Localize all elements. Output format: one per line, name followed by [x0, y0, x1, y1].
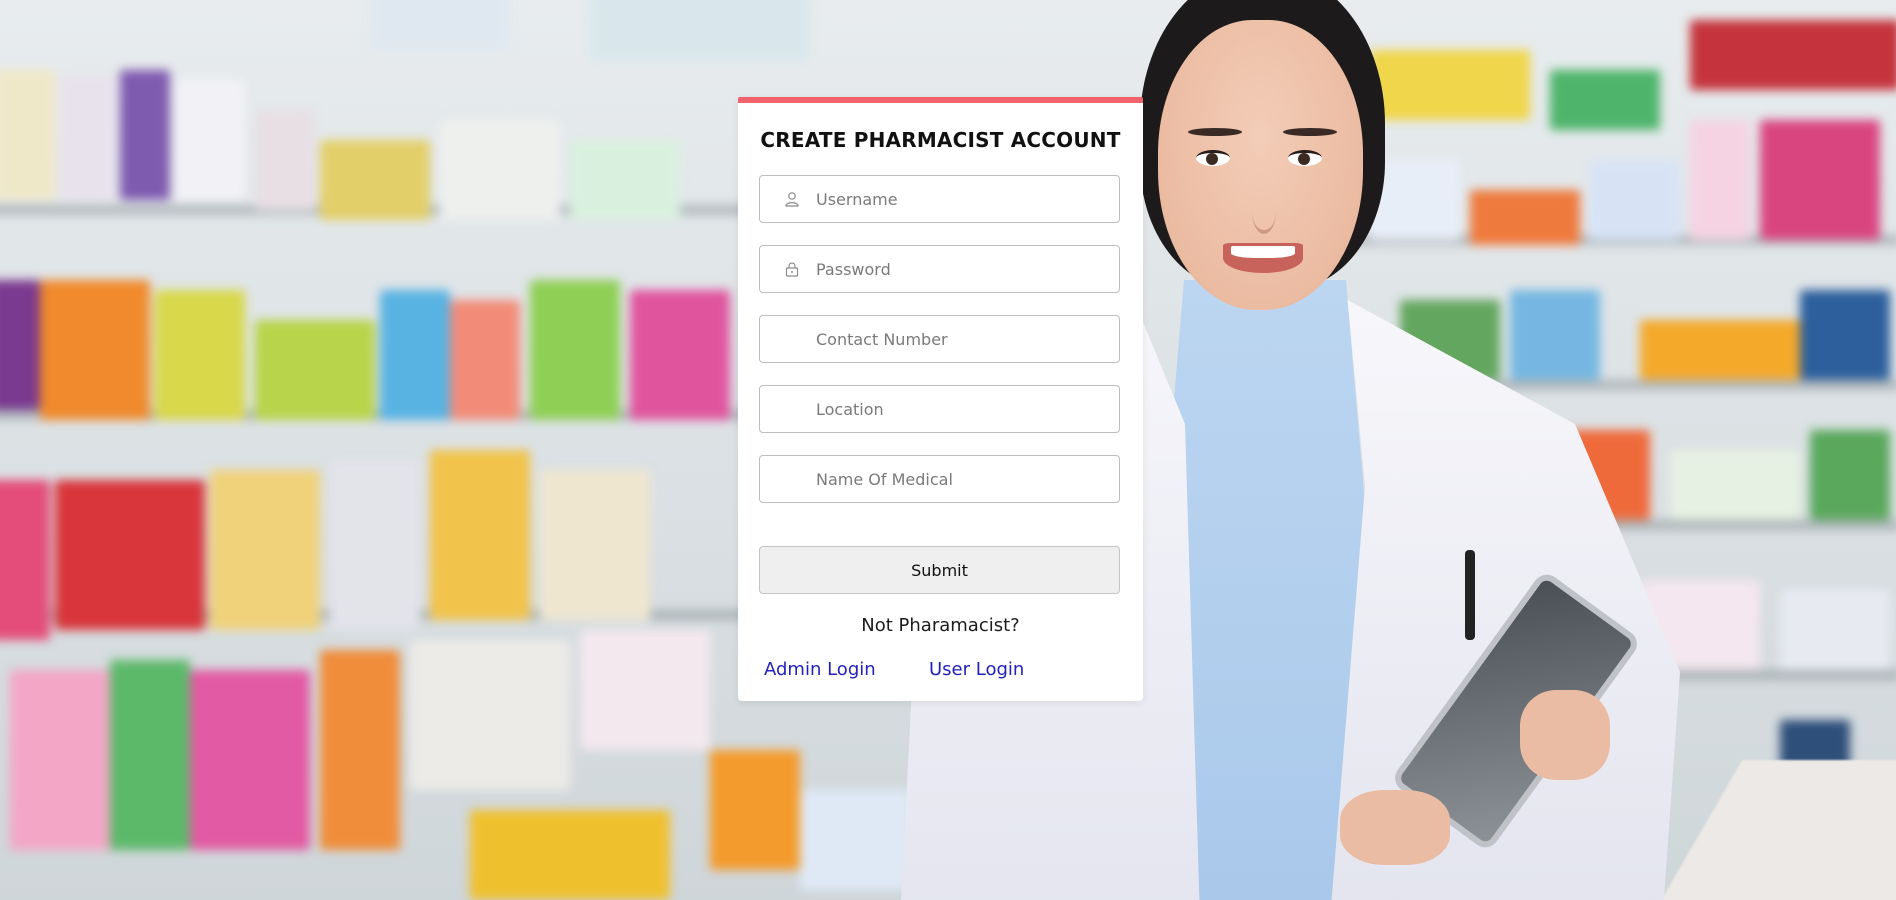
- admin-login-link[interactable]: Admin Login: [764, 659, 876, 680]
- form-title: CREATE PHARMACIST ACCOUNT: [760, 128, 1121, 152]
- contact-number-input[interactable]: [816, 316, 1106, 362]
- user-login-link[interactable]: User Login: [929, 659, 1024, 680]
- username-field[interactable]: [759, 175, 1120, 223]
- contact-number-field[interactable]: [759, 315, 1120, 363]
- name-of-medical-field[interactable]: [759, 455, 1120, 503]
- name-of-medical-input[interactable]: [816, 456, 1106, 502]
- password-input[interactable]: [816, 246, 1106, 292]
- create-account-card: CREATE PHARMACIST ACCOUNT Submit Not Pha…: [738, 97, 1143, 701]
- not-pharmacist-prompt: Not Pharamacist?: [861, 615, 1020, 636]
- user-icon: [784, 191, 800, 207]
- password-field[interactable]: [759, 245, 1120, 293]
- location-field[interactable]: [759, 385, 1120, 433]
- lock-icon: [784, 261, 800, 277]
- submit-button[interactable]: Submit: [759, 546, 1120, 594]
- location-input[interactable]: [816, 386, 1106, 432]
- username-input[interactable]: [816, 176, 1106, 222]
